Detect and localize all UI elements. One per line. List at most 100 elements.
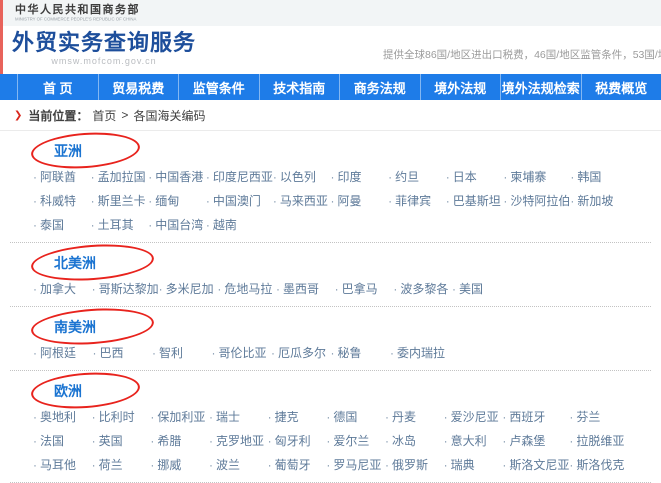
country-link[interactable]: ·韩国 xyxy=(570,165,628,189)
country-link[interactable]: ·挪威 xyxy=(150,453,209,477)
country-link[interactable]: ·马耳他 xyxy=(33,453,92,477)
country-link[interactable]: ·冰岛 xyxy=(385,429,444,453)
country-link[interactable]: ·以色列 xyxy=(273,165,331,189)
bullet: · xyxy=(444,434,448,448)
country-link[interactable]: ·菲律宾 xyxy=(388,189,446,213)
country-link[interactable]: ·法国 xyxy=(33,429,92,453)
country-link[interactable]: ·克罗地亚 xyxy=(209,429,268,453)
nav-item-2[interactable]: 监管条件 xyxy=(179,74,260,100)
country-link[interactable]: ·哥伦比亚 xyxy=(212,341,272,365)
bullet: · xyxy=(502,434,506,448)
country-link[interactable]: ·智利 xyxy=(152,341,212,365)
country-link[interactable]: ·沙特阿拉伯 xyxy=(503,189,570,213)
country-link[interactable]: ·孟加拉国 xyxy=(91,165,149,189)
country-link[interactable]: ·中国台湾 xyxy=(148,213,206,237)
country-link[interactable]: ·约旦 xyxy=(388,165,446,189)
country-link[interactable]: ·新加坡 xyxy=(570,189,628,213)
country-link[interactable]: ·英国 xyxy=(92,429,151,453)
country-link[interactable]: ·秘鲁 xyxy=(331,341,391,365)
country-link[interactable]: ·波多黎各 xyxy=(393,277,452,301)
country-link[interactable]: ·匈牙利 xyxy=(268,429,327,453)
country-link[interactable]: ·巴拿马 xyxy=(335,277,394,301)
country-link[interactable]: ·巴西 xyxy=(93,341,153,365)
country-link[interactable]: ·西班牙 xyxy=(502,405,569,429)
continent-header-row: 北美洲 xyxy=(54,253,661,273)
country-link[interactable]: ·哥斯达黎加 xyxy=(92,277,159,301)
country-link[interactable]: ·卢森堡 xyxy=(502,429,569,453)
country-link[interactable]: ·阿根廷 xyxy=(33,341,93,365)
country-link[interactable]: ·柬埔寨 xyxy=(503,165,570,189)
country-link[interactable]: ·科威特 xyxy=(33,189,91,213)
bullet: · xyxy=(33,410,37,424)
country-name: 芬兰 xyxy=(576,410,600,424)
country-link[interactable]: ·葡萄牙 xyxy=(268,453,327,477)
bullet: · xyxy=(444,458,448,472)
left-red-accent-bar xyxy=(0,0,3,74)
country-link[interactable]: ·委内瑞拉 xyxy=(390,341,450,365)
continent-title-link[interactable]: 北美洲 xyxy=(54,253,96,273)
nav-item-5[interactable]: 境外法规 xyxy=(421,74,502,100)
country-link[interactable]: ·多米尼加 xyxy=(159,277,218,301)
country-link[interactable]: ·中国香港 xyxy=(148,165,206,189)
country-link[interactable]: ·荷兰 xyxy=(92,453,151,477)
bullet: · xyxy=(503,194,507,208)
breadcrumb-home-link[interactable]: 首页 xyxy=(92,107,116,124)
country-link[interactable]: ·马来西亚 xyxy=(273,189,331,213)
country-link[interactable]: ·芬兰 xyxy=(569,405,628,429)
bullet: · xyxy=(446,194,450,208)
country-link[interactable]: ·罗马尼亚 xyxy=(326,453,385,477)
nav-item-1[interactable]: 贸易税费 xyxy=(99,74,180,100)
country-link[interactable]: ·拉脱维亚 xyxy=(569,429,628,453)
country-link[interactable]: ·斯洛文尼亚 xyxy=(502,453,569,477)
continent-title-link[interactable]: 亚洲 xyxy=(54,141,82,161)
country-link[interactable]: ·丹麦 xyxy=(385,405,444,429)
bullet: · xyxy=(273,170,277,184)
country-link[interactable]: ·希腊 xyxy=(150,429,209,453)
country-link[interactable]: ·泰国 xyxy=(33,213,91,237)
country-link[interactable]: ·土耳其 xyxy=(91,213,149,237)
country-link[interactable]: ·中国澳门 xyxy=(206,189,273,213)
country-link[interactable]: ·巴基斯坦 xyxy=(446,189,504,213)
country-link[interactable]: ·缅甸 xyxy=(148,189,206,213)
country-link[interactable]: ·瑞典 xyxy=(444,453,503,477)
nav-item-7[interactable]: 税费概览 xyxy=(582,74,661,100)
country-link[interactable]: ·捷克 xyxy=(268,405,327,429)
country-link[interactable]: ·奥地利 xyxy=(33,405,92,429)
continent-title-link[interactable]: 欧洲 xyxy=(54,381,82,401)
country-name: 荷兰 xyxy=(99,458,123,472)
country-link[interactable]: ·比利时 xyxy=(92,405,151,429)
bullet: · xyxy=(393,282,397,296)
country-link[interactable]: ·意大利 xyxy=(444,429,503,453)
country-link[interactable]: ·阿曼 xyxy=(331,189,389,213)
country-link[interactable]: ·保加利亚 xyxy=(150,405,209,429)
nav-item-4[interactable]: 商务法规 xyxy=(340,74,421,100)
bullet: · xyxy=(91,194,95,208)
country-link[interactable]: ·波兰 xyxy=(209,453,268,477)
country-link[interactable]: ·危地马拉 xyxy=(217,277,276,301)
country-link[interactable]: ·阿联酋 xyxy=(33,165,91,189)
country-link[interactable]: ·加拿大 xyxy=(33,277,92,301)
country-link[interactable]: ·印度 xyxy=(331,165,389,189)
country-link[interactable]: ·厄瓜多尔 xyxy=(271,341,331,365)
country-link[interactable]: ·美国 xyxy=(452,277,511,301)
country-name: 中国台湾 xyxy=(155,218,203,232)
country-link[interactable]: ·爱尔兰 xyxy=(326,429,385,453)
country-link[interactable]: ·印度尼西亚 xyxy=(206,165,273,189)
country-link[interactable]: ·爱沙尼亚 xyxy=(444,405,503,429)
country-link[interactable]: ·俄罗斯 xyxy=(385,453,444,477)
country-link[interactable]: ·斯洛伐克 xyxy=(569,453,628,477)
country-link[interactable]: ·越南 xyxy=(206,213,273,237)
nav-item-6[interactable]: 境外法规检索 xyxy=(501,74,582,100)
country-link[interactable]: ·瑞士 xyxy=(209,405,268,429)
nav-item-0[interactable]: 首 页 xyxy=(18,74,99,100)
country-name: 委内瑞拉 xyxy=(397,346,445,360)
country-link[interactable]: ·墨西哥 xyxy=(276,277,335,301)
continent-title-link[interactable]: 南美洲 xyxy=(54,317,96,337)
country-link[interactable]: ·日本 xyxy=(446,165,504,189)
breadcrumb-prefix: 当前位置： xyxy=(28,107,88,124)
nav-item-3[interactable]: 技术指南 xyxy=(260,74,341,100)
bullet: · xyxy=(92,434,96,448)
country-link[interactable]: ·斯里兰卡 xyxy=(91,189,149,213)
country-name: 危地马拉 xyxy=(224,282,272,296)
country-link[interactable]: ·德国 xyxy=(326,405,385,429)
